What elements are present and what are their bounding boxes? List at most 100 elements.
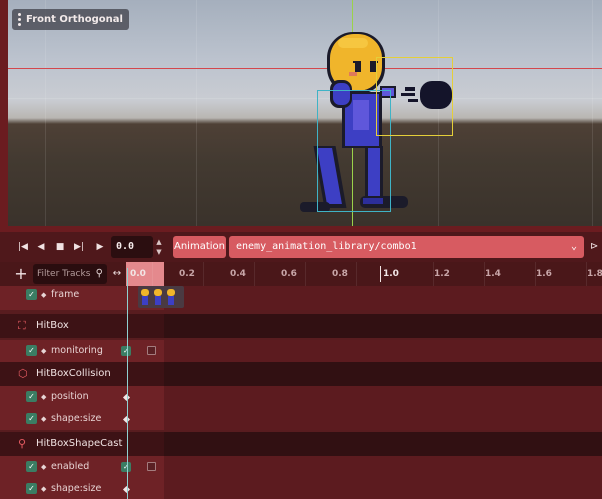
- ruler-label: 1.6: [536, 269, 552, 279]
- spin-up-icon: ▲: [156, 238, 162, 246]
- frame-keyframe-thumbnails[interactable]: [138, 286, 184, 308]
- track-group-hitbox-collision[interactable]: ⬡ HitBoxCollision: [0, 362, 602, 386]
- tick-line: [356, 262, 357, 286]
- track-label: monitoring: [51, 345, 103, 356]
- track-label: shape:size: [51, 483, 102, 494]
- spin-down-icon: ▼: [156, 248, 162, 256]
- track-row-monitoring[interactable]: ✓ ◆ monitoring ✓: [0, 340, 602, 362]
- view-menu-button[interactable]: Front Orthogonal: [12, 9, 129, 30]
- ruler-label: 0.8: [332, 269, 348, 279]
- ruler-label: 0.0: [130, 269, 146, 279]
- 3d-viewport[interactable]: Front Orthogonal: [0, 0, 602, 232]
- track-type-icon: ◆: [41, 463, 47, 471]
- kebab-menu-icon: [18, 13, 21, 26]
- tick-line: [152, 262, 153, 286]
- track-lane[interactable]: [164, 408, 602, 430]
- track-label: position: [51, 391, 89, 402]
- ruler-label: 1.8: [587, 269, 602, 279]
- track-row-position[interactable]: ✓ ◆ position: [0, 386, 602, 408]
- scene-view[interactable]: [8, 0, 602, 226]
- tick-line-major: [380, 266, 381, 282]
- track-enabled-checkbox[interactable]: ✓: [26, 461, 37, 472]
- track-type-icon: ◆: [41, 291, 47, 299]
- skip-back-icon: |◀: [18, 242, 28, 252]
- animation-panel: |◀ ◀ ■ ▶| ▶ 0.0 ▲ ▼ Animation enemy_anim…: [0, 232, 602, 499]
- keyframe-false[interactable]: [147, 462, 156, 471]
- track-group-hitbox-shapecast[interactable]: ⚲ HitBoxShapeCast: [0, 432, 602, 456]
- animation-menu-button[interactable]: Animation: [173, 236, 226, 258]
- filter-tracks-input[interactable]: Filter Tracks ⚲: [33, 264, 107, 284]
- track-lane[interactable]: [164, 478, 602, 499]
- shapecast-icon: ⚲: [18, 437, 27, 450]
- play-backwards-button[interactable]: ◀: [34, 240, 48, 254]
- keyframe-false[interactable]: [147, 346, 156, 355]
- track-lane[interactable]: [164, 340, 602, 362]
- ruler-label: 0.6: [281, 269, 297, 279]
- current-time-input[interactable]: 0.0: [111, 236, 153, 258]
- track-row-frame[interactable]: ✓ ◆ frame: [0, 286, 602, 310]
- timeline-playhead[interactable]: [127, 268, 128, 499]
- track-row-shape-size[interactable]: ✓ ◆ shape:size: [0, 408, 602, 430]
- tick-line: [305, 262, 306, 286]
- ruler-label: 1.4: [485, 269, 501, 279]
- play-back-icon: ◀: [37, 242, 45, 252]
- track-enabled-checkbox[interactable]: ✓: [26, 391, 37, 402]
- filter-placeholder: Filter Tracks: [37, 269, 91, 279]
- animation-toolbar: |◀ ◀ ■ ▶| ▶ 0.0 ▲ ▼ Animation enemy_anim…: [0, 232, 602, 262]
- animation-select-value: enemy_animation_library/combo1: [236, 241, 417, 252]
- view-menu-label: Front Orthogonal: [26, 14, 123, 25]
- track-lane[interactable]: [164, 286, 602, 310]
- add-track-button[interactable]: +: [12, 264, 30, 284]
- area-node-icon: ⛶: [18, 319, 26, 332]
- track-enabled-checkbox[interactable]: ✓: [26, 483, 37, 494]
- play-from-start-button[interactable]: ▶: [93, 240, 107, 254]
- track-lane: [164, 314, 602, 338]
- track-enabled-checkbox[interactable]: ✓: [26, 289, 37, 300]
- ruler-label: 0.2: [179, 269, 195, 279]
- stop-icon: ■: [55, 242, 65, 252]
- group-label: HitBoxShapeCast: [36, 438, 123, 449]
- track-lane: [164, 432, 602, 456]
- timeline-ruler[interactable]: 0.0 0.2 0.4 0.6 0.8 1.0 1.2 1.4 1.6 1.8: [126, 262, 602, 286]
- autoplay-icon[interactable]: ⊳: [590, 241, 602, 253]
- track-type-icon: ◆: [41, 347, 47, 355]
- track-label: frame: [51, 289, 80, 300]
- collision-shape-icon: ⬡: [18, 367, 28, 380]
- group-label: HitBox: [36, 320, 69, 331]
- play-icon: ▶|: [74, 242, 84, 252]
- track-type-icon: ◆: [41, 393, 47, 401]
- track-lane: [164, 362, 602, 386]
- track-row-enabled[interactable]: ✓ ◆ enabled ✓: [0, 456, 602, 478]
- track-enabled-checkbox[interactable]: ✓: [26, 345, 37, 356]
- track-label: shape:size: [51, 413, 102, 424]
- track-label: enabled: [51, 461, 90, 472]
- track-group-hitbox[interactable]: ⛶ HitBox: [0, 314, 602, 338]
- animation-select[interactable]: enemy_animation_library/combo1 ⌄: [229, 236, 584, 258]
- track-lane[interactable]: [164, 386, 602, 408]
- tick-line: [203, 262, 204, 286]
- group-label: HitBoxCollision: [36, 368, 111, 379]
- fit-timeline-icon[interactable]: ↔: [110, 264, 124, 284]
- ruler-label: 0.4: [230, 269, 246, 279]
- stop-button[interactable]: ■: [53, 240, 67, 254]
- search-icon: ⚲: [95, 268, 103, 279]
- enemy-character-sprite[interactable]: [8, 0, 602, 226]
- track-enabled-checkbox[interactable]: ✓: [26, 413, 37, 424]
- chevron-down-icon: ⌄: [570, 241, 577, 252]
- play-forward-icon: ▶: [96, 242, 104, 252]
- track-type-icon: ◆: [41, 485, 47, 493]
- tick-line: [254, 262, 255, 286]
- hitbox-gizmo: [376, 57, 453, 136]
- timeline-header: + Filter Tracks ⚲ ↔ 0.0 0.2 0.4 0.6 0.8 …: [0, 262, 602, 286]
- track-lane[interactable]: [164, 456, 602, 478]
- keyframe-true[interactable]: ✓: [121, 346, 131, 356]
- ruler-label: 1.0: [383, 269, 399, 279]
- play-button[interactable]: ▶|: [72, 240, 86, 254]
- track-row-shape-size[interactable]: ✓ ◆ shape:size: [0, 478, 602, 499]
- play-backwards-from-end-button[interactable]: |◀: [16, 240, 30, 254]
- track-list[interactable]: ✓ ◆ frame ⛶ HitBox ✓ ◆ monitoring ✓ ⬡ Hi…: [0, 286, 602, 499]
- track-type-icon: ◆: [41, 415, 47, 423]
- viewport-left-border: [0, 0, 8, 232]
- time-spinner[interactable]: ▲ ▼: [155, 237, 163, 257]
- keyframe-true[interactable]: ✓: [121, 462, 131, 472]
